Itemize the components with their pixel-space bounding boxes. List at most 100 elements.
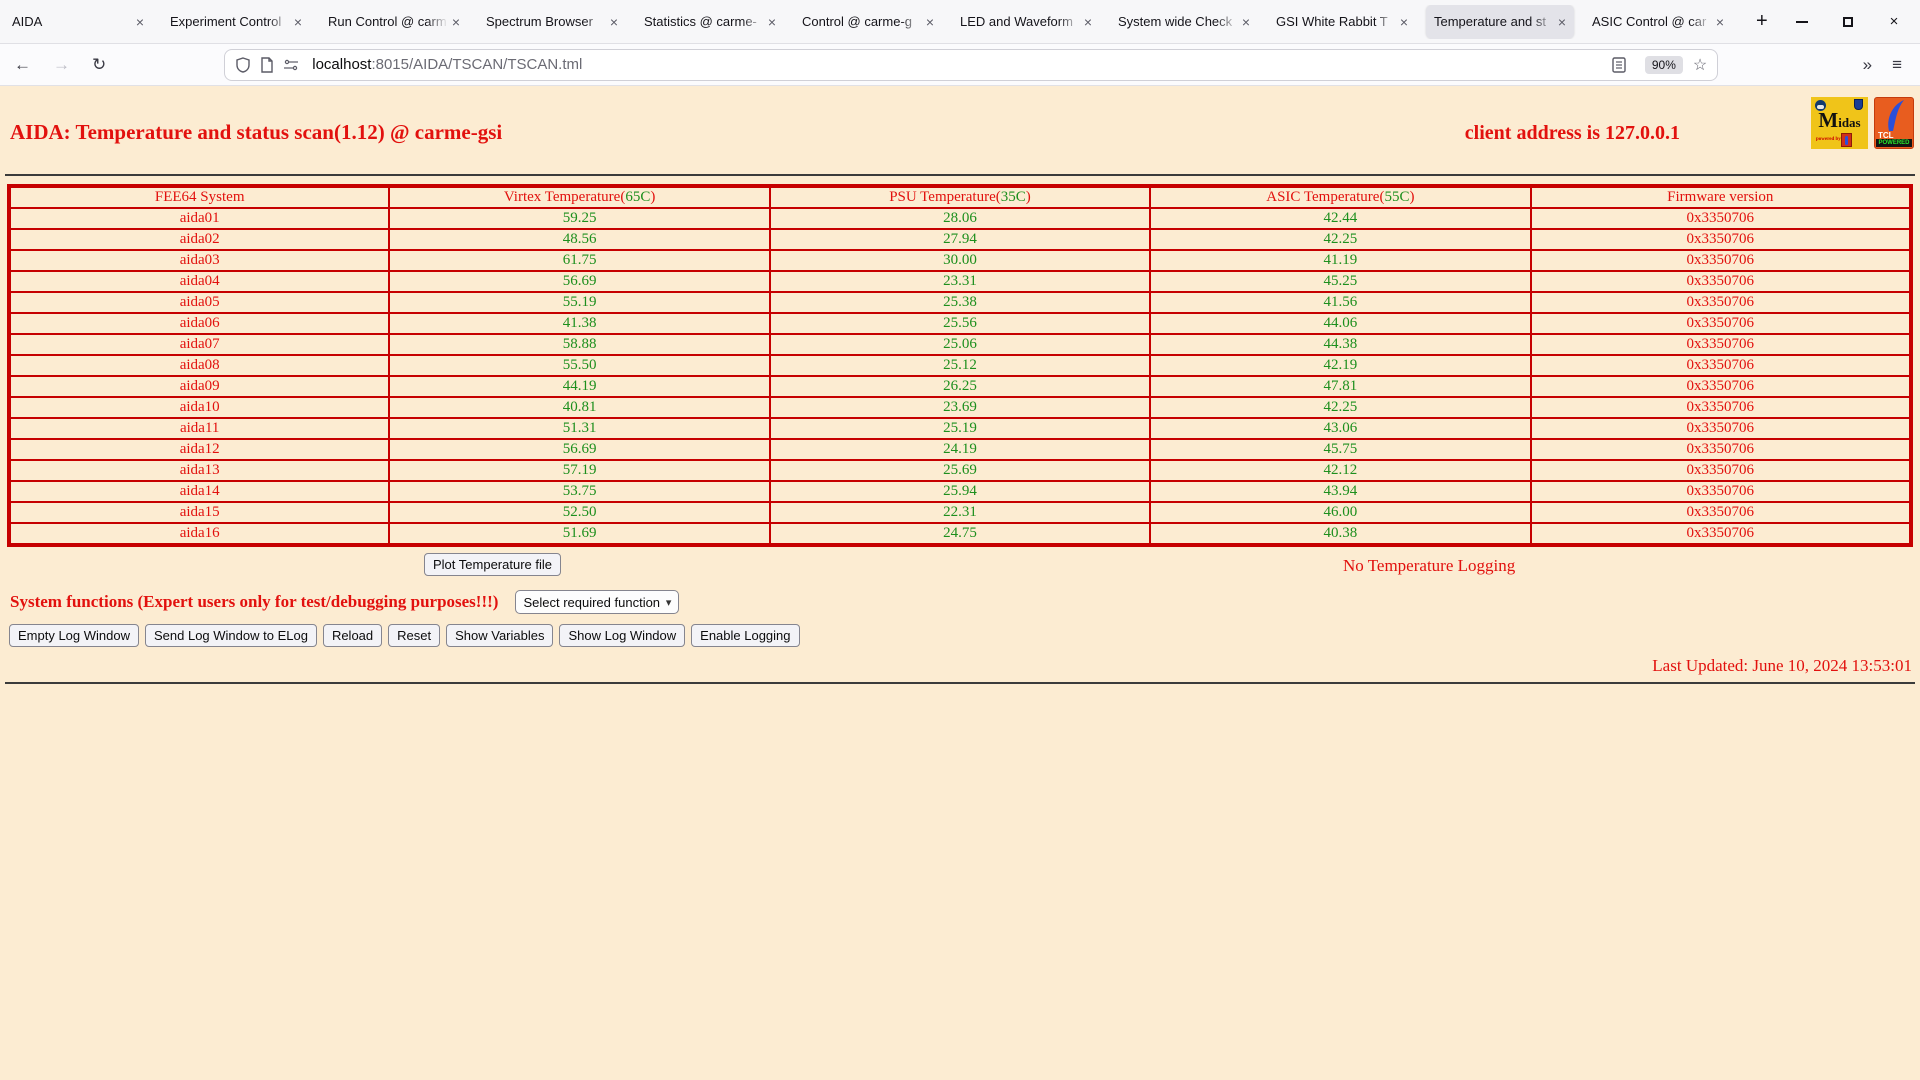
- fee-name-cell: aida08: [7, 354, 391, 377]
- reader-mode-icon[interactable]: [1612, 56, 1626, 73]
- browser-tab-8[interactable]: System wide Check ×: [1110, 5, 1258, 39]
- tab-close-icon[interactable]: ×: [610, 15, 618, 29]
- browser-tab-9[interactable]: GSI White Rabbit T ×: [1268, 5, 1416, 39]
- firmware-cell: 0x3350706: [1529, 333, 1913, 356]
- chevron-down-icon: ▾: [665, 596, 672, 609]
- temperature-cell: 26.25: [768, 375, 1152, 398]
- firmware-cell: 0x3350706: [1529, 417, 1913, 440]
- tab-close-icon[interactable]: ×: [768, 15, 776, 29]
- shield-icon[interactable]: [235, 56, 251, 73]
- log-actions-row: Empty Log Window Send Log Window to ELog R…: [0, 624, 1920, 647]
- tab-close-icon[interactable]: ×: [1084, 15, 1092, 29]
- plot-temperature-file-button[interactable]: Plot Temperature file: [424, 553, 561, 576]
- fee-name-cell: aida13: [7, 459, 391, 482]
- temperature-cell: 42.19: [1149, 354, 1532, 377]
- firmware-cell: 0x3350706: [1529, 312, 1913, 335]
- url-text[interactable]: localhost:8015/AIDA/TSCAN/TSCAN.tml: [312, 56, 582, 73]
- fee-name-cell: aida04: [7, 270, 391, 293]
- close-window-button[interactable]: ×: [1886, 13, 1902, 30]
- tab-close-icon[interactable]: ×: [136, 15, 144, 29]
- temperature-cell: 25.12: [768, 354, 1152, 377]
- function-select[interactable]: Select required function ▾: [515, 590, 680, 614]
- browser-tab-10[interactable]: Temperature and st ×: [1426, 4, 1574, 39]
- browser-tab-11[interactable]: ASIC Control @ car ×: [1584, 5, 1732, 39]
- browser-tab-5[interactable]: Statistics @ carme- ×: [636, 5, 784, 39]
- url-path: :8015/AIDA/TSCAN/TSCAN.tml: [371, 56, 583, 73]
- header-close: ): [1025, 189, 1031, 205]
- column-header-virtex: Virtex Temperature(65C): [388, 185, 771, 209]
- fee-name-cell: aida07: [7, 333, 391, 356]
- window-controls: ×: [1794, 13, 1920, 30]
- temperature-cell: 22.31: [768, 501, 1152, 524]
- column-header-psu: PSU Temperature(35C): [768, 185, 1152, 209]
- button-enable-logging[interactable]: Enable Logging: [691, 624, 800, 647]
- fee-name-cell: aida12: [7, 438, 391, 461]
- midas-powered-by-text: powered by: [1816, 137, 1841, 142]
- table-row: aida08 55.50 25.12 42.19 0x3350706: [7, 354, 1913, 377]
- bookmark-star-icon[interactable]: ☆: [1693, 55, 1707, 75]
- tab-close-icon[interactable]: ×: [1400, 15, 1408, 29]
- browser-tab-1[interactable]: AIDA ×: [4, 5, 152, 39]
- logos: Midas powered by TCL POWERED: [1811, 97, 1914, 149]
- button-show-variables[interactable]: Show Variables: [446, 624, 554, 647]
- firmware-cell: 0x3350706: [1529, 354, 1913, 377]
- toolbar-right: » ≡: [1863, 55, 1906, 75]
- overflow-menu-icon[interactable]: »: [1863, 55, 1872, 75]
- new-tab-button[interactable]: +: [1750, 10, 1774, 33]
- tab-close-icon[interactable]: ×: [926, 15, 934, 29]
- midas-logo-text: Midas: [1818, 108, 1861, 132]
- system-functions-label: System functions (Expert users only for …: [10, 592, 499, 611]
- button-reload[interactable]: Reload: [322, 624, 383, 647]
- header-limit: 35C: [1000, 189, 1026, 205]
- firmware-cell: 0x3350706: [1529, 375, 1913, 398]
- table-row: aida03 61.75 30.00 41.19 0x3350706: [7, 249, 1913, 272]
- tab-title: Experiment Control: [170, 14, 282, 29]
- browser-tab-3[interactable]: Run Control @ carm ×: [320, 5, 468, 39]
- browser-tab-6[interactable]: Control @ carme-g ×: [794, 5, 942, 39]
- table-header-row: FEE64 System Virtex Temperature(65C) PSU…: [7, 185, 1913, 209]
- fee-name-cell: aida09: [7, 375, 391, 398]
- tab-title: Statistics @ carme-: [644, 14, 757, 29]
- fee-name-cell: aida10: [7, 396, 391, 419]
- table-row: aida14 53.75 25.94 43.94 0x3350706: [7, 480, 1913, 503]
- button-send-log-window-to-elog[interactable]: Send Log Window to ELog: [145, 624, 317, 647]
- forward-button[interactable]: →: [53, 55, 70, 75]
- tab-title: LED and Waveform: [960, 14, 1073, 29]
- browser-tab-4[interactable]: Spectrum Browser ×: [478, 5, 626, 39]
- maximize-button[interactable]: [1840, 14, 1856, 30]
- tab-close-icon[interactable]: ×: [1242, 15, 1250, 29]
- page-info-icon[interactable]: [260, 56, 274, 73]
- firmware-cell: 0x3350706: [1529, 207, 1913, 230]
- back-button[interactable]: ←: [14, 55, 31, 75]
- temperature-cell: 44.38: [1149, 333, 1532, 356]
- temperature-cell: 23.31: [768, 270, 1152, 293]
- tab-close-icon[interactable]: ×: [1716, 15, 1724, 29]
- client-address: client address is 127.0.0.1: [1464, 122, 1680, 144]
- plot-row: Plot Temperature file No Temperature Log…: [0, 552, 1920, 584]
- tab-close-icon[interactable]: ×: [1558, 15, 1566, 29]
- temperature-cell: 48.56: [388, 228, 771, 251]
- tab-close-icon[interactable]: ×: [294, 15, 302, 29]
- tab-close-icon[interactable]: ×: [452, 15, 460, 29]
- page-content: AIDA: Temperature and status scan(1.12) …: [0, 86, 1920, 1079]
- url-bar[interactable]: localhost:8015/AIDA/TSCAN/TSCAN.tml 90% …: [224, 48, 1719, 81]
- button-reset[interactable]: Reset: [388, 624, 441, 647]
- button-empty-log-window[interactable]: Empty Log Window: [9, 624, 139, 647]
- tab-bar: AIDA × Experiment Control × Run Control @ ca…: [0, 0, 1920, 44]
- footer-divider: [5, 682, 1915, 684]
- table-row: aida13 57.19 25.69 42.12 0x3350706: [7, 459, 1913, 482]
- browser-tab-2[interactable]: Experiment Control ×: [162, 5, 310, 39]
- connection-settings-icon[interactable]: [283, 59, 299, 71]
- temperature-cell: 27.94: [768, 228, 1152, 251]
- app-menu-icon[interactable]: ≡: [1892, 55, 1902, 75]
- minimize-button[interactable]: [1794, 14, 1810, 30]
- browser-tab-7[interactable]: LED and Waveform ×: [952, 5, 1100, 39]
- reload-button[interactable]: ↻: [92, 55, 106, 75]
- button-show-log-window[interactable]: Show Log Window: [559, 624, 686, 647]
- temperature-cell: 25.06: [768, 333, 1152, 356]
- temperature-cell: 23.69: [768, 396, 1152, 419]
- header-label: Virtex Temperature(: [503, 189, 626, 205]
- zoom-level-badge[interactable]: 90%: [1644, 55, 1683, 74]
- midas-emblem-icon: [1815, 100, 1826, 111]
- browser-window: AIDA × Experiment Control × Run Control @ ca…: [0, 0, 1920, 86]
